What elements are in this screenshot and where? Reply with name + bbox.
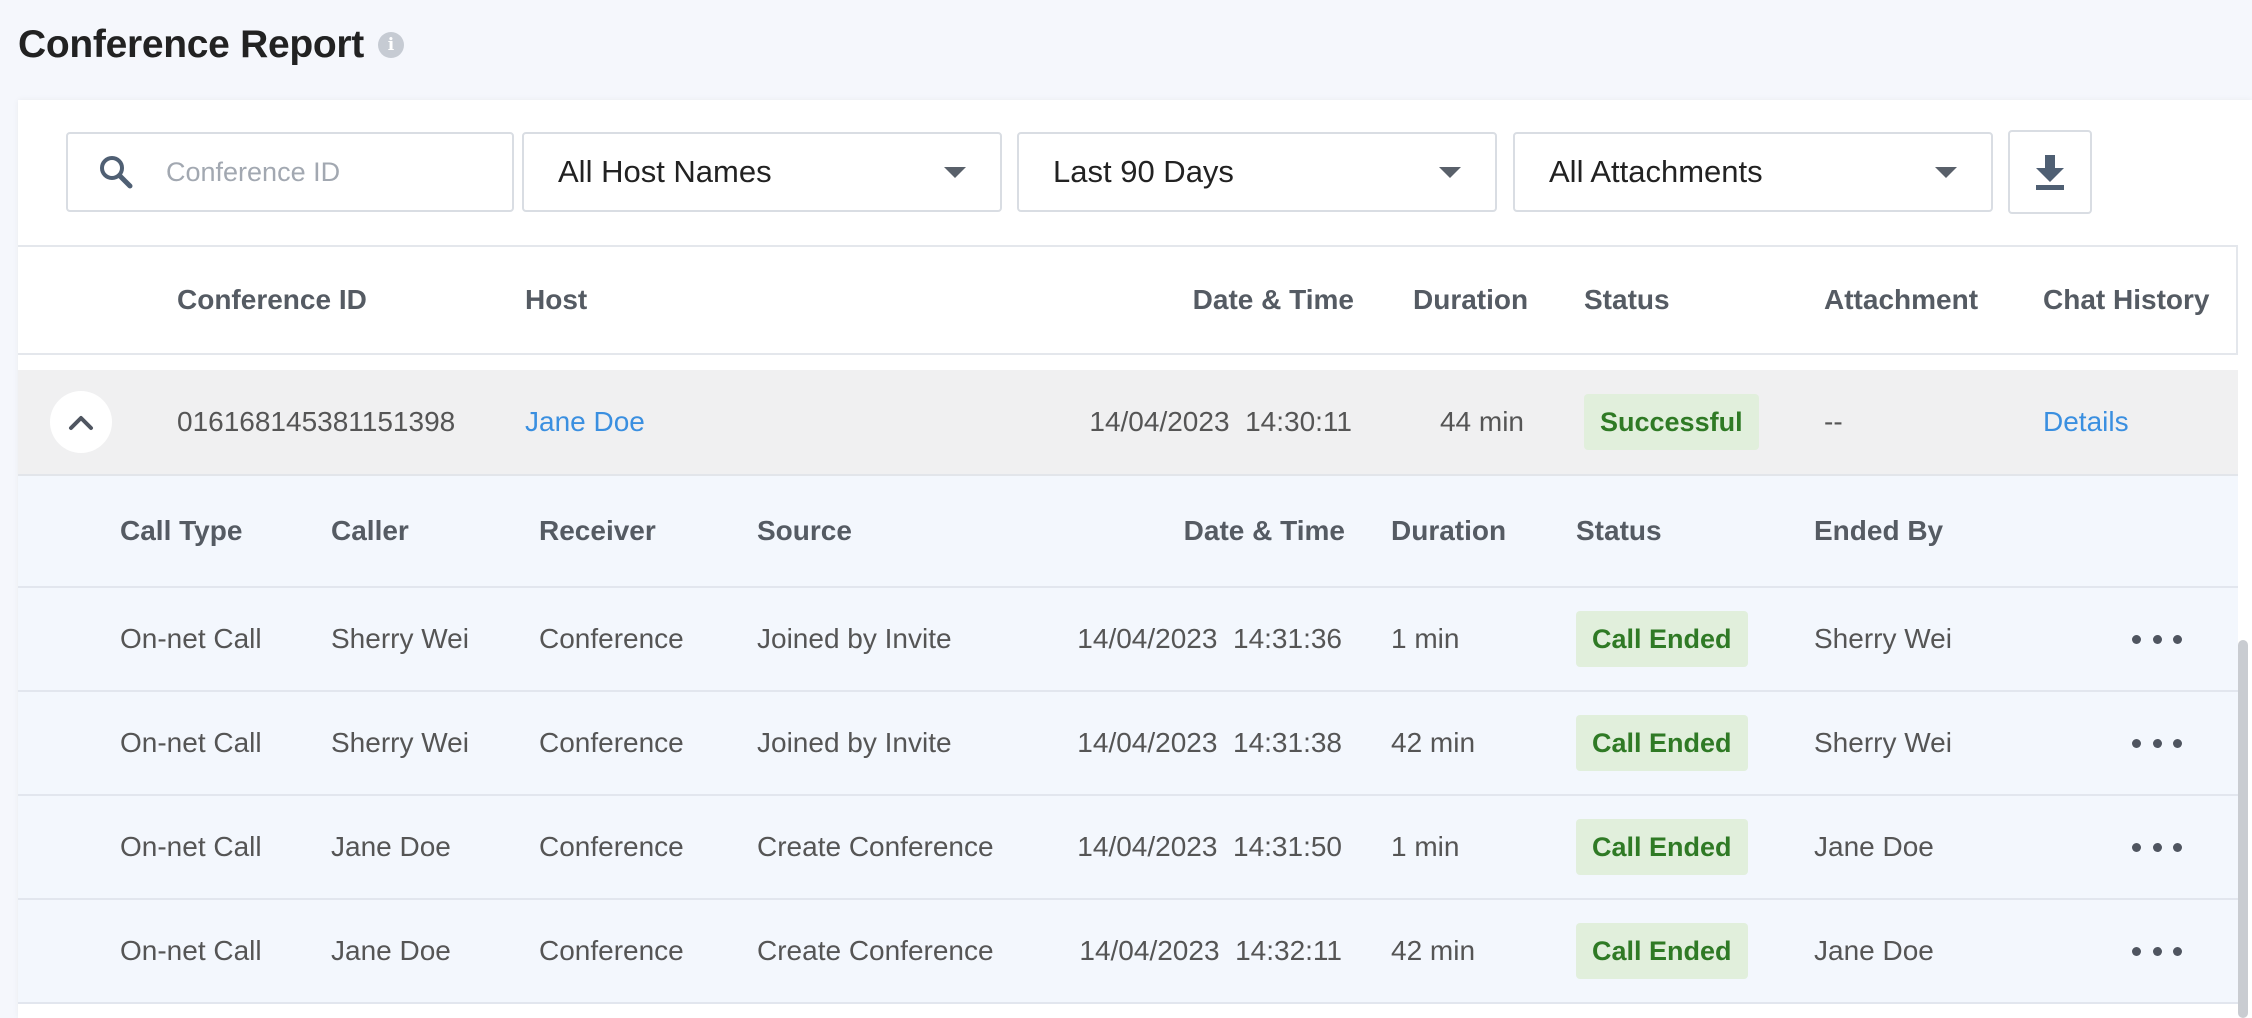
sub-header-date-time: Date & Time [1183, 515, 1345, 546]
call-duration-cell: 1 min [1391, 623, 1460, 654]
source-cell: Joined by Invite [757, 623, 952, 654]
host-name-filter[interactable]: All Host Names [522, 132, 1002, 212]
more-horizontal-icon[interactable] [2132, 624, 2182, 654]
chevron-up-icon [69, 416, 93, 430]
receiver-cell: Conference [539, 623, 684, 654]
call-type-cell: On-net Call [120, 727, 262, 758]
call-time: 14:31:38 [1233, 727, 1342, 758]
receiver-cell: Conference [539, 727, 684, 758]
attachment-filter[interactable]: All Attachments [1513, 132, 1993, 212]
sub-header-caller: Caller [331, 515, 409, 546]
call-duration-cell: 42 min [1391, 727, 1476, 758]
status-badge: Call Ended [1576, 715, 1748, 771]
conference-row[interactable]: 016168145381151398 Jane Doe 14/04/2023 1… [18, 370, 2238, 476]
call-date-time-cell: 14/04/2023 14:31:36 [1077, 588, 1342, 690]
call-type-cell: On-net Call [120, 935, 262, 966]
call-date: 14/04/2023 [1079, 935, 1220, 966]
caller-cell: Sherry Wei [331, 623, 469, 654]
collapse-row-button[interactable] [50, 391, 112, 453]
ended-by-link[interactable]: Jane Doe [1814, 900, 1934, 1002]
table-header: Conference ID Host Date & Time Duration … [18, 245, 2238, 355]
receiver-cell: Conference [539, 831, 684, 862]
receiver-cell: Conference [539, 935, 684, 966]
caller-cell: Sherry Wei [331, 727, 469, 758]
call-date-time-cell: 14/04/2023 14:31:38 [1077, 692, 1342, 794]
header-date-time[interactable]: Date & Time [1193, 247, 1354, 353]
table-row[interactable]: On-net Call Sherry Wei Conference Joined… [18, 588, 2238, 692]
call-date: 14/04/2023 [1077, 623, 1218, 654]
source-cell: Create Conference [757, 831, 994, 862]
info-icon[interactable]: i [377, 32, 404, 58]
header-status[interactable]: Status [1584, 247, 1670, 353]
sub-header-receiver: Receiver [539, 515, 656, 546]
status-badge: Call Ended [1576, 923, 1748, 979]
caret-down-icon [1439, 166, 1461, 178]
page-header: Conference Report i [18, 20, 404, 70]
conference-id-cell: 016168145381151398 [177, 406, 456, 437]
vertical-scrollbar[interactable] [2238, 640, 2248, 1018]
call-time: 14:31:50 [1233, 831, 1342, 862]
sub-header-status: Status [1576, 515, 1662, 546]
call-type-cell: On-net Call [120, 623, 262, 654]
table-row[interactable]: On-net Call Sherry Wei Conference Joined… [18, 692, 2238, 796]
call-duration-cell: 1 min [1391, 831, 1460, 862]
ended-by-link[interactable]: Sherry Wei [1814, 692, 1952, 794]
table-row[interactable]: On-net Call Jane Doe Conference Create C… [18, 796, 2238, 900]
ended-by-link[interactable]: Sherry Wei [1814, 588, 1952, 690]
caller-cell: Jane Doe [331, 935, 451, 966]
attachment-cell: -- [1824, 406, 1843, 437]
date-range-filter[interactable]: Last 90 Days [1017, 132, 1497, 212]
sub-header-ended-by: Ended By [1814, 515, 1944, 546]
header-host[interactable]: Host [525, 247, 587, 353]
host-name-filter-value: All Host Names [558, 154, 772, 189]
conference-time: 14:30:11 [1245, 406, 1352, 437]
caret-down-icon [944, 166, 966, 178]
sub-header-source: Source [757, 515, 852, 546]
call-date: 14/04/2023 [1077, 831, 1218, 862]
call-duration-cell: 42 min [1391, 935, 1476, 966]
call-date-time-cell: 14/04/2023 14:31:50 [1077, 796, 1342, 898]
filter-toolbar: All Host Names Last 90 Days All Attachme… [18, 100, 2252, 245]
caret-down-icon [1935, 166, 1957, 178]
report-card: All Host Names Last 90 Days All Attachme… [18, 100, 2252, 1018]
source-cell: Joined by Invite [757, 727, 952, 758]
more-horizontal-icon[interactable] [2132, 728, 2182, 758]
conference-date-time-cell: 14/04/2023 14:30:11 [1089, 370, 1352, 474]
download-icon [2036, 155, 2064, 190]
more-horizontal-icon[interactable] [2132, 936, 2182, 966]
status-badge: Call Ended [1576, 819, 1748, 875]
call-type-cell: On-net Call [120, 831, 262, 862]
sub-header-duration: Duration [1391, 515, 1507, 546]
chat-history-details-link[interactable]: Details [2043, 370, 2129, 474]
call-time: 14:31:36 [1233, 623, 1342, 654]
header-duration[interactable]: Duration [1413, 247, 1528, 353]
header-attachment[interactable]: Attachment [1824, 247, 1978, 353]
table-row[interactable]: On-net Call Jane Doe Conference Create C… [18, 900, 2238, 1004]
conference-id-input[interactable] [166, 156, 466, 188]
page-title: Conference Report [18, 23, 364, 66]
source-cell: Create Conference [757, 935, 994, 966]
call-detail-header: Call Type Caller Receiver Source Date & … [18, 476, 2238, 588]
date-range-filter-value: Last 90 Days [1053, 154, 1234, 189]
status-badge: Call Ended [1576, 611, 1748, 667]
status-badge: Successful [1584, 394, 1759, 450]
sub-header-call-type: Call Type [120, 515, 243, 546]
host-link[interactable]: Jane Doe [525, 370, 645, 474]
attachment-filter-value: All Attachments [1549, 154, 1763, 189]
header-conference-id[interactable]: Conference ID [177, 247, 367, 353]
conference-search[interactable] [66, 132, 514, 212]
search-icon [100, 156, 133, 189]
conference-table: Conference ID Host Date & Time Duration … [18, 245, 2238, 355]
header-chat-history[interactable]: Chat History [2043, 247, 2209, 353]
conference-duration-cell: 44 min [1439, 406, 1524, 437]
more-horizontal-icon[interactable] [2132, 832, 2182, 862]
call-time: 14:32:11 [1235, 935, 1342, 966]
download-button[interactable] [2008, 130, 2092, 214]
call-date: 14/04/2023 [1077, 727, 1218, 758]
call-date-time-cell: 14/04/2023 14:32:11 [1079, 900, 1342, 1002]
ended-by-link[interactable]: Jane Doe [1814, 796, 1934, 898]
caller-cell: Jane Doe [331, 831, 451, 862]
conference-date: 14/04/2023 [1089, 406, 1230, 437]
call-detail-table: Call Type Caller Receiver Source Date & … [18, 476, 2238, 1004]
